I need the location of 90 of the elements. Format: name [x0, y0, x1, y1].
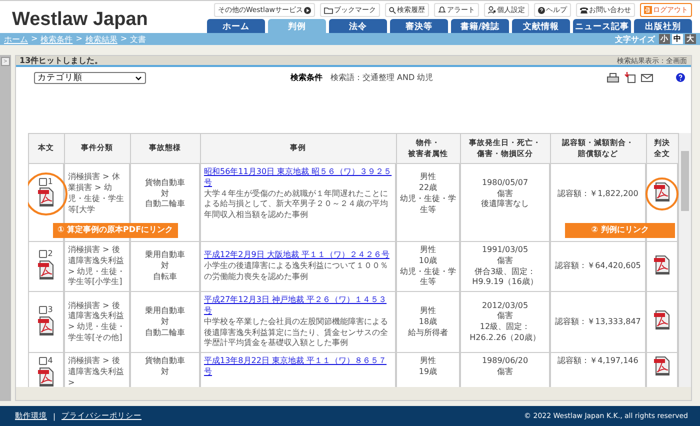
incident-detail: 1980/05/07: [480, 178, 530, 189]
victim-attribute: 19歳: [418, 366, 438, 378]
incident-detail: 傷害: [496, 256, 514, 267]
breadcrumb-separator: >: [31, 34, 38, 44]
accident-type: 対: [160, 366, 170, 378]
accident-type: 自動二輪車: [144, 328, 186, 338]
breadcrumb-separator: >: [120, 34, 128, 44]
incident-detail: 1991/03/05: [480, 244, 530, 256]
breadcrumb-separator: >: [76, 34, 82, 44]
incident-detail: 傷害: [496, 366, 514, 378]
pdf-icon[interactable]: [38, 316, 54, 336]
play-icon: [304, 6, 311, 14]
pdf-icon[interactable]: [38, 187, 54, 208]
row-checkbox[interactable]: [38, 356, 47, 365]
pdf-icon[interactable]: [654, 254, 670, 275]
accident-type: 対: [160, 261, 170, 272]
accident-type: 乗用自動車: [144, 250, 186, 261]
incident-detail: 2012/03/05: [480, 300, 530, 311]
download-icon[interactable]: [624, 72, 636, 83]
pdf-icon[interactable]: [654, 356, 670, 376]
person-gear-icon: [488, 6, 496, 14]
incident-detail: 併合3級、固定：H9.9.19（16歳）: [471, 266, 539, 288]
case-link[interactable]: 平成27年12月3日 神戸地裁 平２６（ワ）１４５３号: [204, 295, 392, 317]
case-link[interactable]: 平成12年2月9日 大阪地裁 平１１（ワ）２４２６号: [204, 250, 392, 262]
case-category: 消極損害 > 休業損害 > 幼児・生徒・学生等[大学: [68, 172, 125, 216]
print-icon[interactable]: [607, 72, 619, 82]
row-number: 2: [48, 249, 53, 258]
case-category: 消極損害 > 後遺障害逸失利益 > 幼児・生徒・学生等[その他]: [68, 300, 126, 344]
condition-label: 検索条件: [290, 72, 322, 83]
highlight-ring: [28, 172, 68, 216]
accident-type: 貨物自動車: [144, 178, 186, 189]
case-summary: 大学４年生が受傷のため就職が１年間遅れたことによる給与損として、新大卒男子２０～２４歳の平均年間収入相当額を認めた事例: [204, 188, 389, 221]
help-icon[interactable]: [676, 73, 685, 82]
row-number: 3: [48, 304, 53, 314]
accident-type: 対: [160, 316, 170, 328]
font-size-label: 文字サイズ: [615, 34, 655, 44]
case-summary: 小学生の後遺障害による逸失利益について１００％の労働能力喪失を認めた事例: [204, 261, 389, 283]
accident-type: 貨物自動車: [144, 356, 186, 367]
victim-attribute: 男性: [419, 306, 437, 317]
case-category: 消極損害 > 後遺障害逸失利益 >: [68, 356, 125, 387]
accident-type: 自転車: [152, 272, 178, 283]
award-amount: 認容額：￥13,333,847: [554, 316, 642, 328]
award-amount: 認容額：￥1,822,200: [556, 188, 640, 200]
incident-detail: 1989/06/20: [480, 356, 530, 367]
folder-icon: [324, 6, 333, 14]
logo[interactable]: Westlaw Japan: [12, 1, 148, 33]
pdf-icon[interactable]: [654, 182, 670, 202]
mail-icon[interactable]: [641, 74, 653, 82]
row-checkbox[interactable]: [38, 250, 47, 258]
award-amount: 認容額：￥4,197,146: [556, 356, 640, 367]
row-checkbox[interactable]: [38, 306, 47, 314]
incident-detail: 傷害: [496, 311, 514, 322]
search-icon: [389, 6, 396, 14]
sort-dropdown[interactable]: カテゴリ順: [34, 72, 146, 84]
victim-attribute: 幼児・生徒・学生等: [400, 194, 456, 216]
victim-attribute: 22歳: [418, 183, 438, 194]
victim-attribute: 幼児・生徒・学生等: [400, 266, 456, 288]
case-category: 消極損害 > 後遺障害逸失利益 > 幼児・生徒・学生等[小学生]: [68, 244, 126, 288]
exit-icon: [644, 6, 652, 14]
callout: ② 判例にリンク: [565, 223, 675, 238]
case-summary: 中学校を卒業した会社員の左股関節機能障害による後遺障害逸失利益算定に当たり、賃金センサスの全学歴計平均賃金を基礎収入額とした事例: [204, 316, 389, 350]
accident-type: 自動二輪車: [144, 199, 186, 210]
victim-attribute: 男性: [419, 356, 437, 367]
accident-type: 対: [160, 188, 170, 200]
victim-attribute: 18歳: [418, 316, 438, 328]
award-amount: 認容額：￥64,420,605: [554, 261, 642, 272]
case-link[interactable]: 昭和56年11月30日 東京地裁 昭５６（ワ）３９２５号: [204, 167, 392, 189]
bell-icon: [438, 6, 446, 14]
search-condition: 検索語：交通整理 AND 幼児: [330, 72, 434, 83]
highlight-ring: [645, 176, 679, 211]
victim-attribute: 男性: [419, 172, 437, 184]
callout: ① 算定事例の原本PDFにリンク: [52, 223, 178, 238]
help-icon: [538, 6, 545, 14]
row-number: 4: [48, 356, 53, 366]
chevron-down-icon: [134, 76, 142, 80]
incident-detail: 12級、固定：H26.2.26（20歳）: [468, 322, 542, 344]
incident-detail: 後遺障害なし: [480, 199, 530, 210]
pdf-icon[interactable]: [654, 310, 670, 330]
row-number: 1: [48, 176, 53, 186]
phone-icon: [580, 6, 588, 14]
victim-attribute: 10歳: [418, 256, 438, 267]
pdf-icon[interactable]: [38, 366, 54, 387]
accident-type: 乗用自動車: [144, 306, 186, 317]
hit-count: 13件ヒットしました。: [20, 55, 103, 66]
row-checkbox[interactable]: [38, 178, 47, 186]
pdf-icon[interactable]: [38, 260, 54, 280]
incident-detail: 傷害: [496, 188, 514, 199]
victim-attribute: 男性: [419, 244, 437, 256]
scrollbar[interactable]: [679, 133, 691, 387]
victim-attribute: 給与所得者: [407, 328, 449, 338]
